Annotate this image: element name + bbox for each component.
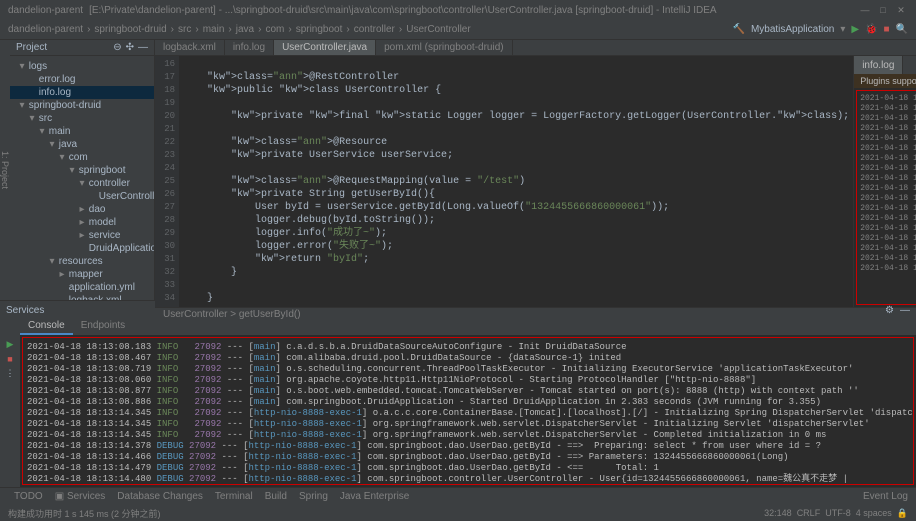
title-path: [E:\Private\dandelion-parent] - ...\spri…: [89, 5, 717, 16]
tree-item[interactable]: ▾ java: [10, 138, 154, 151]
tree-item[interactable]: info.log: [10, 86, 154, 99]
gear-icon[interactable]: ✣: [126, 42, 134, 53]
svc-filter-icon[interactable]: ⋮: [6, 368, 15, 379]
status-tab[interactable]: Spring: [293, 491, 334, 502]
status-tab[interactable]: Terminal: [209, 491, 259, 502]
console-output[interactable]: 2021-04-18 18:13:08.183 INFO 27092 --- […: [22, 337, 914, 485]
build-status: 构建成功用时 1 s 145 ms (2 分钟之前): [8, 507, 161, 520]
editor-breadcrumb[interactable]: UserController > getUserById(): [155, 307, 916, 321]
left-rail[interactable]: 1: Project: [0, 40, 10, 300]
chevron-down-icon[interactable]: ▾: [840, 24, 845, 35]
editor-tabs[interactable]: logback.xmlinfo.logUserController.javapo…: [155, 40, 916, 56]
svc-run-icon[interactable]: ▶: [7, 339, 14, 350]
maximize-icon[interactable]: □: [876, 3, 890, 17]
svc-stop-icon[interactable]: ■: [7, 354, 12, 364]
breadcrumb[interactable]: dandelion-parent › springboot-druid › sr…: [8, 24, 732, 35]
services-panel: Services ⚙ — ConsoleEndpoints ▶ ■ ⋮ 2021…: [0, 300, 916, 487]
run-icon[interactable]: ▶: [851, 24, 859, 35]
svc-gear-icon[interactable]: ⚙: [885, 305, 894, 316]
right-log-pane: info.log Plugins supporting *.log files …: [853, 56, 916, 307]
tree-item[interactable]: ▸ model: [10, 216, 154, 229]
tree-item[interactable]: ▾ springboot: [10, 164, 154, 177]
tree-item[interactable]: application.yml: [10, 281, 154, 294]
project-sidebar: Project ⊖ ✣ — ▾ logs error.log info.log▾…: [10, 40, 155, 300]
tree-item[interactable]: UserController: [10, 190, 154, 203]
tree-item[interactable]: ▸ service: [10, 229, 154, 242]
title-project: dandelion-parent: [8, 5, 83, 16]
editor-tab[interactable]: pom.xml (springboot-druid): [376, 40, 513, 55]
hammer-icon[interactable]: 🔨: [732, 24, 744, 35]
plugin-banner-text: Plugins supporting *.log files found.: [860, 76, 916, 86]
caret-pos: 32:148: [764, 508, 792, 518]
tree-item[interactable]: DruidApplication: [10, 242, 154, 255]
tab-info-log[interactable]: info.log: [854, 56, 903, 74]
status-tab[interactable]: Database Changes: [111, 491, 209, 502]
services-toolbar[interactable]: ▶ ■ ⋮: [0, 335, 20, 487]
collapse-icon[interactable]: ⊖: [113, 42, 121, 53]
debug-icon[interactable]: 🐞: [865, 24, 877, 35]
hide-icon[interactable]: —: [138, 42, 148, 53]
titlebar: dandelion-parent [E:\Private\dandelion-pa…: [0, 0, 916, 20]
statusbar: TODO▣ ServicesDatabase ChangesTerminalBu…: [0, 487, 916, 505]
svc-hide-icon[interactable]: —: [900, 305, 910, 316]
editor-tab[interactable]: UserController.java: [274, 40, 376, 55]
indent: 4 spaces: [856, 508, 892, 518]
status-tab[interactable]: Build: [259, 491, 293, 502]
navbar: dandelion-parent › springboot-druid › sr…: [0, 20, 916, 40]
event-log[interactable]: Event Log: [863, 491, 908, 502]
close-icon[interactable]: ✕: [894, 3, 908, 17]
code-body[interactable]: "kw">class="ann">@RestController "kw">pu…: [179, 56, 853, 307]
tree-item[interactable]: logback.xml: [10, 294, 154, 300]
editor-tab[interactable]: info.log: [225, 40, 274, 55]
tree-item[interactable]: ▾ logs: [10, 60, 154, 73]
tree-item[interactable]: ▾ main: [10, 125, 154, 138]
tree-item[interactable]: ▾ resources: [10, 255, 154, 268]
charset: UTF-8: [825, 508, 851, 518]
tree-item[interactable]: ▾ src: [10, 112, 154, 125]
status-tab[interactable]: Java Enterprise: [334, 491, 415, 502]
services-tabs[interactable]: ConsoleEndpoints: [0, 319, 916, 335]
right-log-body[interactable]: 2021-04-18 18:13:08.049 INFO 27092 --- […: [856, 90, 916, 305]
tree-item[interactable]: ▸ mapper: [10, 268, 154, 281]
services-tab[interactable]: Endpoints: [73, 319, 133, 335]
line-sep: CRLF: [797, 508, 821, 518]
run-config[interactable]: MybatisApplication: [751, 24, 834, 35]
status-line: 构建成功用时 1 s 145 ms (2 分钟之前) 32:148 CRLF U…: [0, 505, 916, 521]
minimize-icon[interactable]: —: [858, 3, 872, 17]
tree-item[interactable]: ▾ controller: [10, 177, 154, 190]
project-tree[interactable]: ▾ logs error.log info.log▾ springboot-dr…: [10, 56, 154, 300]
gutter: 16 17 18 19 20 21 22 23 24 25 26 27 28 2…: [155, 56, 179, 307]
editor-tab[interactable]: logback.xml: [155, 40, 225, 55]
stop-icon[interactable]: ■: [884, 24, 890, 35]
status-tab[interactable]: ▣ Services: [49, 491, 112, 502]
tree-item[interactable]: error.log: [10, 73, 154, 86]
code-editor[interactable]: 16 17 18 19 20 21 22 23 24 25 26 27 28 2…: [155, 56, 853, 307]
search-icon[interactable]: 🔍: [896, 24, 908, 35]
services-title[interactable]: Services: [6, 305, 44, 316]
lock-icon: 🔒: [897, 508, 908, 519]
project-panel-title[interactable]: Project: [16, 42, 47, 53]
tree-item[interactable]: ▾ springboot-druid: [10, 99, 154, 112]
status-tab[interactable]: TODO: [8, 491, 49, 502]
plugin-banner: Plugins supporting *.log files found. In…: [854, 74, 916, 88]
services-tab[interactable]: Console: [20, 319, 73, 335]
tree-item[interactable]: ▾ com: [10, 151, 154, 164]
tree-item[interactable]: ▸ dao: [10, 203, 154, 216]
